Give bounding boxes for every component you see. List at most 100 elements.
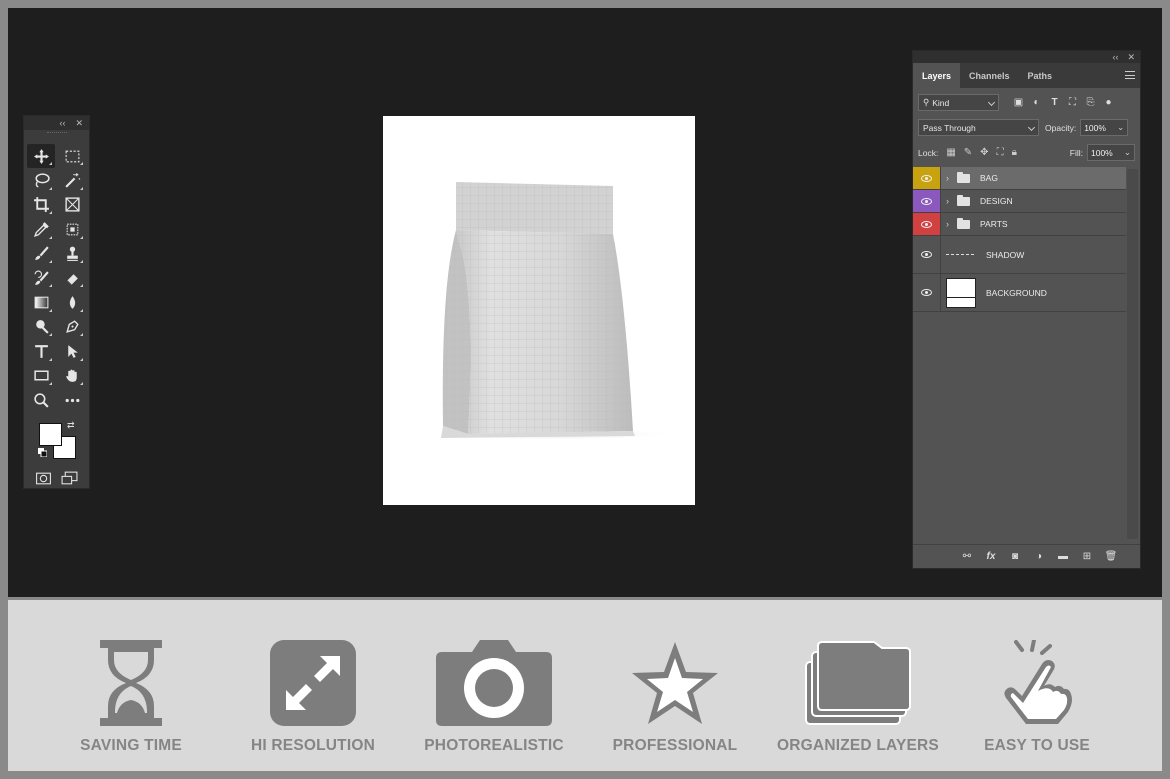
close-icon[interactable]: ✕	[75, 118, 83, 129]
fx-icon[interactable]: fx	[984, 551, 998, 562]
adjustment-filter-icon[interactable]: ◐	[1031, 97, 1042, 108]
quick-mask-icon[interactable]	[35, 470, 52, 487]
rectangle-tool[interactable]	[27, 364, 55, 388]
hand-tool[interactable]	[58, 364, 86, 388]
eraser-icon	[66, 273, 78, 285]
chevron-right-icon[interactable]: ›	[946, 173, 954, 183]
feature-label: SAVING TIME	[80, 737, 182, 754]
type-filter-icon[interactable]: T	[1049, 97, 1060, 108]
opacity-field[interactable]: 100% ⌄	[1080, 119, 1129, 136]
filter-toggle-icon[interactable]: ●	[1103, 97, 1114, 108]
smart-object-filter-icon[interactable]: ⎘	[1085, 97, 1096, 108]
lock-label: Lock:	[918, 147, 939, 158]
new-layer-icon[interactable]: ⊞	[1080, 551, 1094, 562]
feature-label: PROFESSIONAL	[612, 737, 738, 754]
tab-layers[interactable]: Layers	[913, 63, 961, 88]
star-icon	[632, 642, 718, 724]
blur-tool[interactable]	[58, 290, 86, 314]
layer-background[interactable]: BACKGROUND	[913, 274, 1126, 312]
document-canvas[interactable]	[383, 116, 695, 505]
feature-photorealistic: PHOTOREALISTIC	[424, 640, 564, 754]
eye-icon	[921, 174, 932, 182]
layer-name: PARTS	[980, 219, 1008, 229]
eye-icon	[921, 220, 932, 228]
delete-layer-icon[interactable]: 🗑︎	[1104, 551, 1118, 562]
visibility-toggle[interactable]	[913, 190, 941, 212]
visibility-toggle[interactable]	[913, 213, 941, 235]
opacity-value: 100%	[1084, 122, 1106, 133]
brush-tool[interactable]	[27, 242, 55, 266]
collapse-icon[interactable]: ‹‹	[59, 118, 65, 128]
chevron-down-icon: ⌄	[1117, 122, 1125, 132]
blur-icon	[69, 296, 75, 309]
marquee-tool[interactable]	[58, 144, 86, 168]
layer-thumbnail	[946, 277, 976, 308]
move-tool[interactable]	[27, 144, 55, 169]
lock-transparent-icon[interactable]: ▦	[946, 147, 955, 158]
chevron-right-icon[interactable]: ›	[946, 196, 954, 206]
filter-kind-value: Kind	[932, 97, 950, 108]
collapse-icon[interactable]: ‹‹	[1112, 52, 1118, 62]
default-colors-icon[interactable]	[38, 448, 47, 458]
lasso-tool[interactable]	[27, 168, 55, 192]
gradient-tool[interactable]	[27, 290, 55, 314]
expand-icon	[270, 640, 356, 726]
scrollbar[interactable]	[1127, 169, 1138, 539]
chevron-down-icon	[1027, 123, 1036, 132]
panel-menu-icon[interactable]	[1125, 71, 1135, 79]
shape-filter-icon[interactable]: ⛶	[1067, 97, 1078, 108]
eye-icon	[921, 197, 932, 205]
feature-label: HI RESOLUTION	[250, 737, 376, 754]
feature-label: EASY TO USE	[984, 737, 1090, 754]
lock-artboard-icon[interactable]: ⛶	[997, 147, 1004, 158]
filter-kind-select[interactable]: ⚲ Kind	[918, 94, 999, 111]
dodge-tool[interactable]	[27, 315, 55, 339]
chevron-right-icon[interactable]: ›	[946, 219, 954, 229]
adjustment-layer-icon[interactable]: ◑	[1032, 551, 1046, 562]
crop-tool[interactable]	[27, 193, 55, 217]
blend-mode-select[interactable]: Pass Through	[918, 119, 1039, 136]
layer-name: BAG	[980, 173, 998, 183]
folders-icon	[805, 641, 911, 725]
layer-group-parts[interactable]: › PARTS	[913, 213, 1126, 236]
lock-icons: ▦ ✎ ✥ ⛶ 🔒︎	[946, 147, 1017, 158]
swap-colors-icon[interactable]: ⇄	[67, 420, 75, 431]
visibility-toggle[interactable]	[913, 236, 941, 273]
frame-icon	[64, 197, 80, 213]
panel-tabs: Layers Channels Paths	[913, 63, 1140, 88]
lock-position-icon[interactable]: ✥	[980, 147, 988, 158]
close-icon[interactable]: ✕	[1127, 52, 1135, 63]
zoom-tool[interactable]	[27, 388, 55, 412]
link-layers-icon[interactable]: ⚯	[960, 551, 974, 562]
new-group-icon[interactable]: ▬	[1056, 551, 1070, 562]
gradient-icon	[34, 296, 48, 309]
pen-tool[interactable]	[58, 315, 86, 339]
lock-image-icon[interactable]: ✎	[964, 147, 972, 158]
frame-tool[interactable]	[58, 193, 86, 217]
pixel-filter-icon[interactable]: ▣	[1013, 97, 1024, 108]
path-selection-tool[interactable]	[58, 339, 86, 363]
screen-mode-icon[interactable]	[61, 470, 78, 487]
foreground-color-swatch[interactable]	[39, 423, 62, 447]
layer-shadow[interactable]: SHADOW	[913, 236, 1126, 274]
layer-group-bag[interactable]: › BAG	[913, 167, 1126, 190]
search-icon: ⚲	[923, 97, 930, 107]
chevron-down-icon: ⌄	[1123, 147, 1131, 157]
add-mask-icon[interactable]: ◙	[1008, 551, 1022, 562]
stamp-tool[interactable]	[58, 242, 86, 266]
fill-field[interactable]: 100% ⌄	[1087, 144, 1135, 161]
visibility-toggle[interactable]	[913, 167, 941, 189]
tab-channels[interactable]: Channels	[960, 63, 1019, 88]
magic-wand-tool[interactable]	[58, 168, 86, 192]
eyedropper-icon	[33, 222, 49, 237]
eraser-tool[interactable]	[58, 266, 86, 290]
history-brush-tool[interactable]	[27, 266, 55, 290]
tab-paths[interactable]: Paths	[1019, 63, 1062, 88]
object-selection-tool[interactable]	[58, 217, 86, 241]
more-tools[interactable]	[58, 388, 86, 412]
visibility-toggle[interactable]	[913, 274, 941, 311]
lock-all-icon[interactable]: 🔒︎	[1012, 147, 1017, 158]
layer-group-design[interactable]: › DESIGN	[913, 190, 1126, 213]
type-tool[interactable]	[27, 339, 55, 363]
eyedropper-tool[interactable]	[27, 217, 55, 241]
